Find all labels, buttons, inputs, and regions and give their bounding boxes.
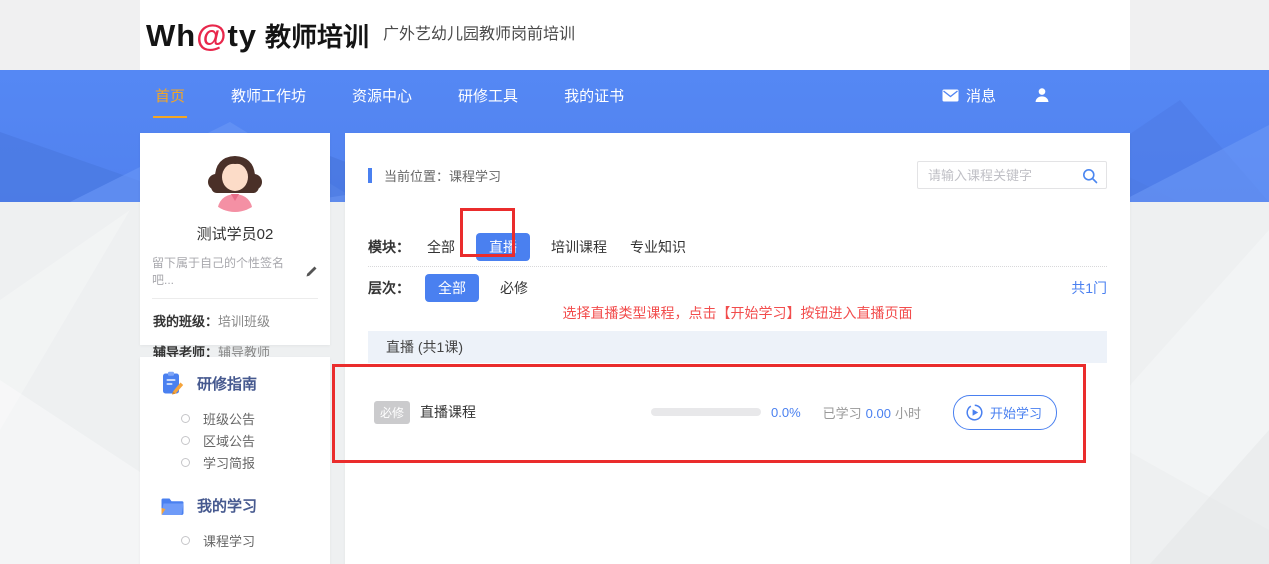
- module-filter-label: 模块：: [368, 238, 410, 255]
- header: Wh@ty 教师培训 广外艺幼儿园教师岗前培训: [140, 0, 1130, 70]
- sidebar-section-guide: 研修指南: [140, 357, 330, 395]
- start-study-label: 开始学习: [989, 405, 1042, 421]
- guide-list: 班级公告 区域公告 学习简报: [140, 407, 330, 473]
- sidebar-item-region-announcements[interactable]: 区域公告: [140, 429, 330, 451]
- signature-placeholder[interactable]: 留下属于自己的个性签名吧...: [152, 254, 305, 288]
- nav-item-my-certificates[interactable]: 我的证书: [564, 85, 624, 106]
- sidebar-item-label: 区域公告: [203, 433, 256, 449]
- breadcrumb-row: 当前位置：课程学习: [368, 161, 1107, 189]
- sidebar-item-class-announcements[interactable]: 班级公告: [140, 407, 330, 429]
- progress-bar: [651, 408, 761, 416]
- filter-module-professional-knowledge[interactable]: 专业知识: [628, 233, 688, 261]
- messages-button[interactable]: 消息: [942, 85, 996, 106]
- search-input[interactable]: [918, 162, 1073, 188]
- required-badge: 必修: [374, 400, 411, 424]
- module-filter-row: 模块： 全部 直播 培训课程 专业知识: [368, 232, 1107, 261]
- filter-module-all[interactable]: 全部: [425, 233, 457, 261]
- guide-clipboard-icon: [163, 371, 184, 395]
- sidebar-section-title: 研修指南: [197, 375, 258, 393]
- sidebar-section-title: 我的学习: [197, 497, 258, 515]
- envelope-icon: [942, 89, 959, 101]
- sidebar-item-label: 班级公告: [203, 411, 256, 427]
- class-label: 我的班级：: [153, 314, 219, 329]
- user-icon: [1035, 88, 1049, 102]
- profile-divider: [152, 298, 318, 299]
- breadcrumb-text: 当前位置：课程学习: [384, 168, 502, 184]
- profile-card: 测试学员02 留下属于自己的个性签名吧... 我的班级：培训班级 辅导老师：辅导…: [140, 133, 330, 360]
- brand-logo: Wh@ty 教师培训: [146, 17, 369, 54]
- edit-signature-button[interactable]: [305, 265, 318, 278]
- start-study-button[interactable]: 开始学习: [952, 394, 1057, 430]
- class-value: 培训班级: [218, 314, 271, 329]
- messages-label: 消息: [965, 87, 996, 105]
- bullet-icon: [181, 457, 190, 467]
- sidebar-item-label: 课程学习: [203, 533, 256, 549]
- breadcrumb: 当前位置：课程学习: [368, 166, 501, 185]
- dotted-divider: [368, 266, 1107, 267]
- course-title[interactable]: 直播课程: [420, 402, 476, 422]
- folder-icon: [161, 498, 184, 515]
- filter-module-training-course[interactable]: 培训课程: [549, 233, 609, 261]
- course-search-box: [917, 161, 1107, 189]
- sidebar-menu-card: 研修指南 班级公告 区域公告 学习简报 我的学习 课程学习: [140, 357, 330, 564]
- logo-cn-text: 教师培训: [265, 21, 370, 52]
- signature-row: 留下属于自己的个性签名吧...: [140, 254, 330, 288]
- search-icon[interactable]: [1082, 168, 1098, 184]
- bullet-icon: [181, 435, 190, 445]
- filter-module-live[interactable]: 直播: [476, 232, 530, 261]
- studied-hours-value: 0.00: [865, 405, 891, 421]
- nav-right: 消息: [942, 85, 1050, 106]
- course-total-count: 共1门: [1071, 279, 1107, 296]
- site-subtitle: 广外艺幼儿园教师岗前培训: [383, 26, 576, 43]
- logo-at-glyph: @: [196, 17, 228, 53]
- tutorial-tip-text: 选择直播类型课程，点击【开始学习】按钮进入直播页面: [562, 305, 913, 321]
- profile-name: 测试学员02: [196, 226, 274, 243]
- header-band: Wh@ty 教师培训 广外艺幼儿园教师岗前培训: [0, 0, 1269, 70]
- logo-text: Wh@ty: [146, 17, 258, 53]
- sidebar-section-my-study: 我的学习: [140, 473, 330, 517]
- main-nav: 首页 教师工作坊 资源中心 研修工具 我的证书 消息: [140, 70, 1130, 120]
- main-content-card: 当前位置：课程学习 模块： 全部 直播 培训课程 专业知识 层次：: [345, 133, 1130, 564]
- nav-item-research-tools[interactable]: 研修工具: [458, 85, 518, 106]
- user-account-button[interactable]: [1034, 87, 1050, 103]
- my-study-list: 课程学习: [140, 529, 330, 551]
- sidebar-item-study-report[interactable]: 学习简报: [140, 451, 330, 473]
- course-row[interactable]: 必修 直播课程 0.0% 已学习 0.00 小时 开始学习: [368, 394, 1107, 430]
- bullet-icon: [181, 535, 190, 545]
- filter-level-all[interactable]: 全部: [425, 273, 479, 302]
- bullet-icon: [181, 413, 190, 423]
- level-filter-label: 层次：: [368, 279, 410, 296]
- nav-item-teacher-workshop[interactable]: 教师工作坊: [231, 85, 306, 106]
- progress-percent: 0.0%: [771, 404, 801, 420]
- page: Wh@ty 教师培训 广外艺幼儿园教师岗前培训 首页 教师工作坊 资源中心 研修…: [0, 0, 1269, 564]
- breadcrumb-accent-bar: [368, 167, 372, 183]
- nav-item-home[interactable]: 首页: [152, 85, 188, 118]
- filter-level-required[interactable]: 必修: [498, 274, 530, 302]
- play-icon: [966, 403, 983, 421]
- avatar: [204, 150, 266, 212]
- sidebar-item-course-study[interactable]: 课程学习: [140, 529, 330, 551]
- level-filter-row: 层次： 全部 必修 共1门: [368, 273, 1107, 302]
- pencil-icon: [306, 266, 317, 276]
- course-group-header: 直播 (共1课): [368, 331, 1107, 363]
- studied-hours-text: 已学习 0.00 小时: [822, 405, 921, 421]
- nav-item-resource-center[interactable]: 资源中心: [352, 85, 412, 106]
- class-info-row: 我的班级：培训班级: [140, 311, 330, 330]
- sidebar-item-label: 学习简报: [203, 455, 256, 471]
